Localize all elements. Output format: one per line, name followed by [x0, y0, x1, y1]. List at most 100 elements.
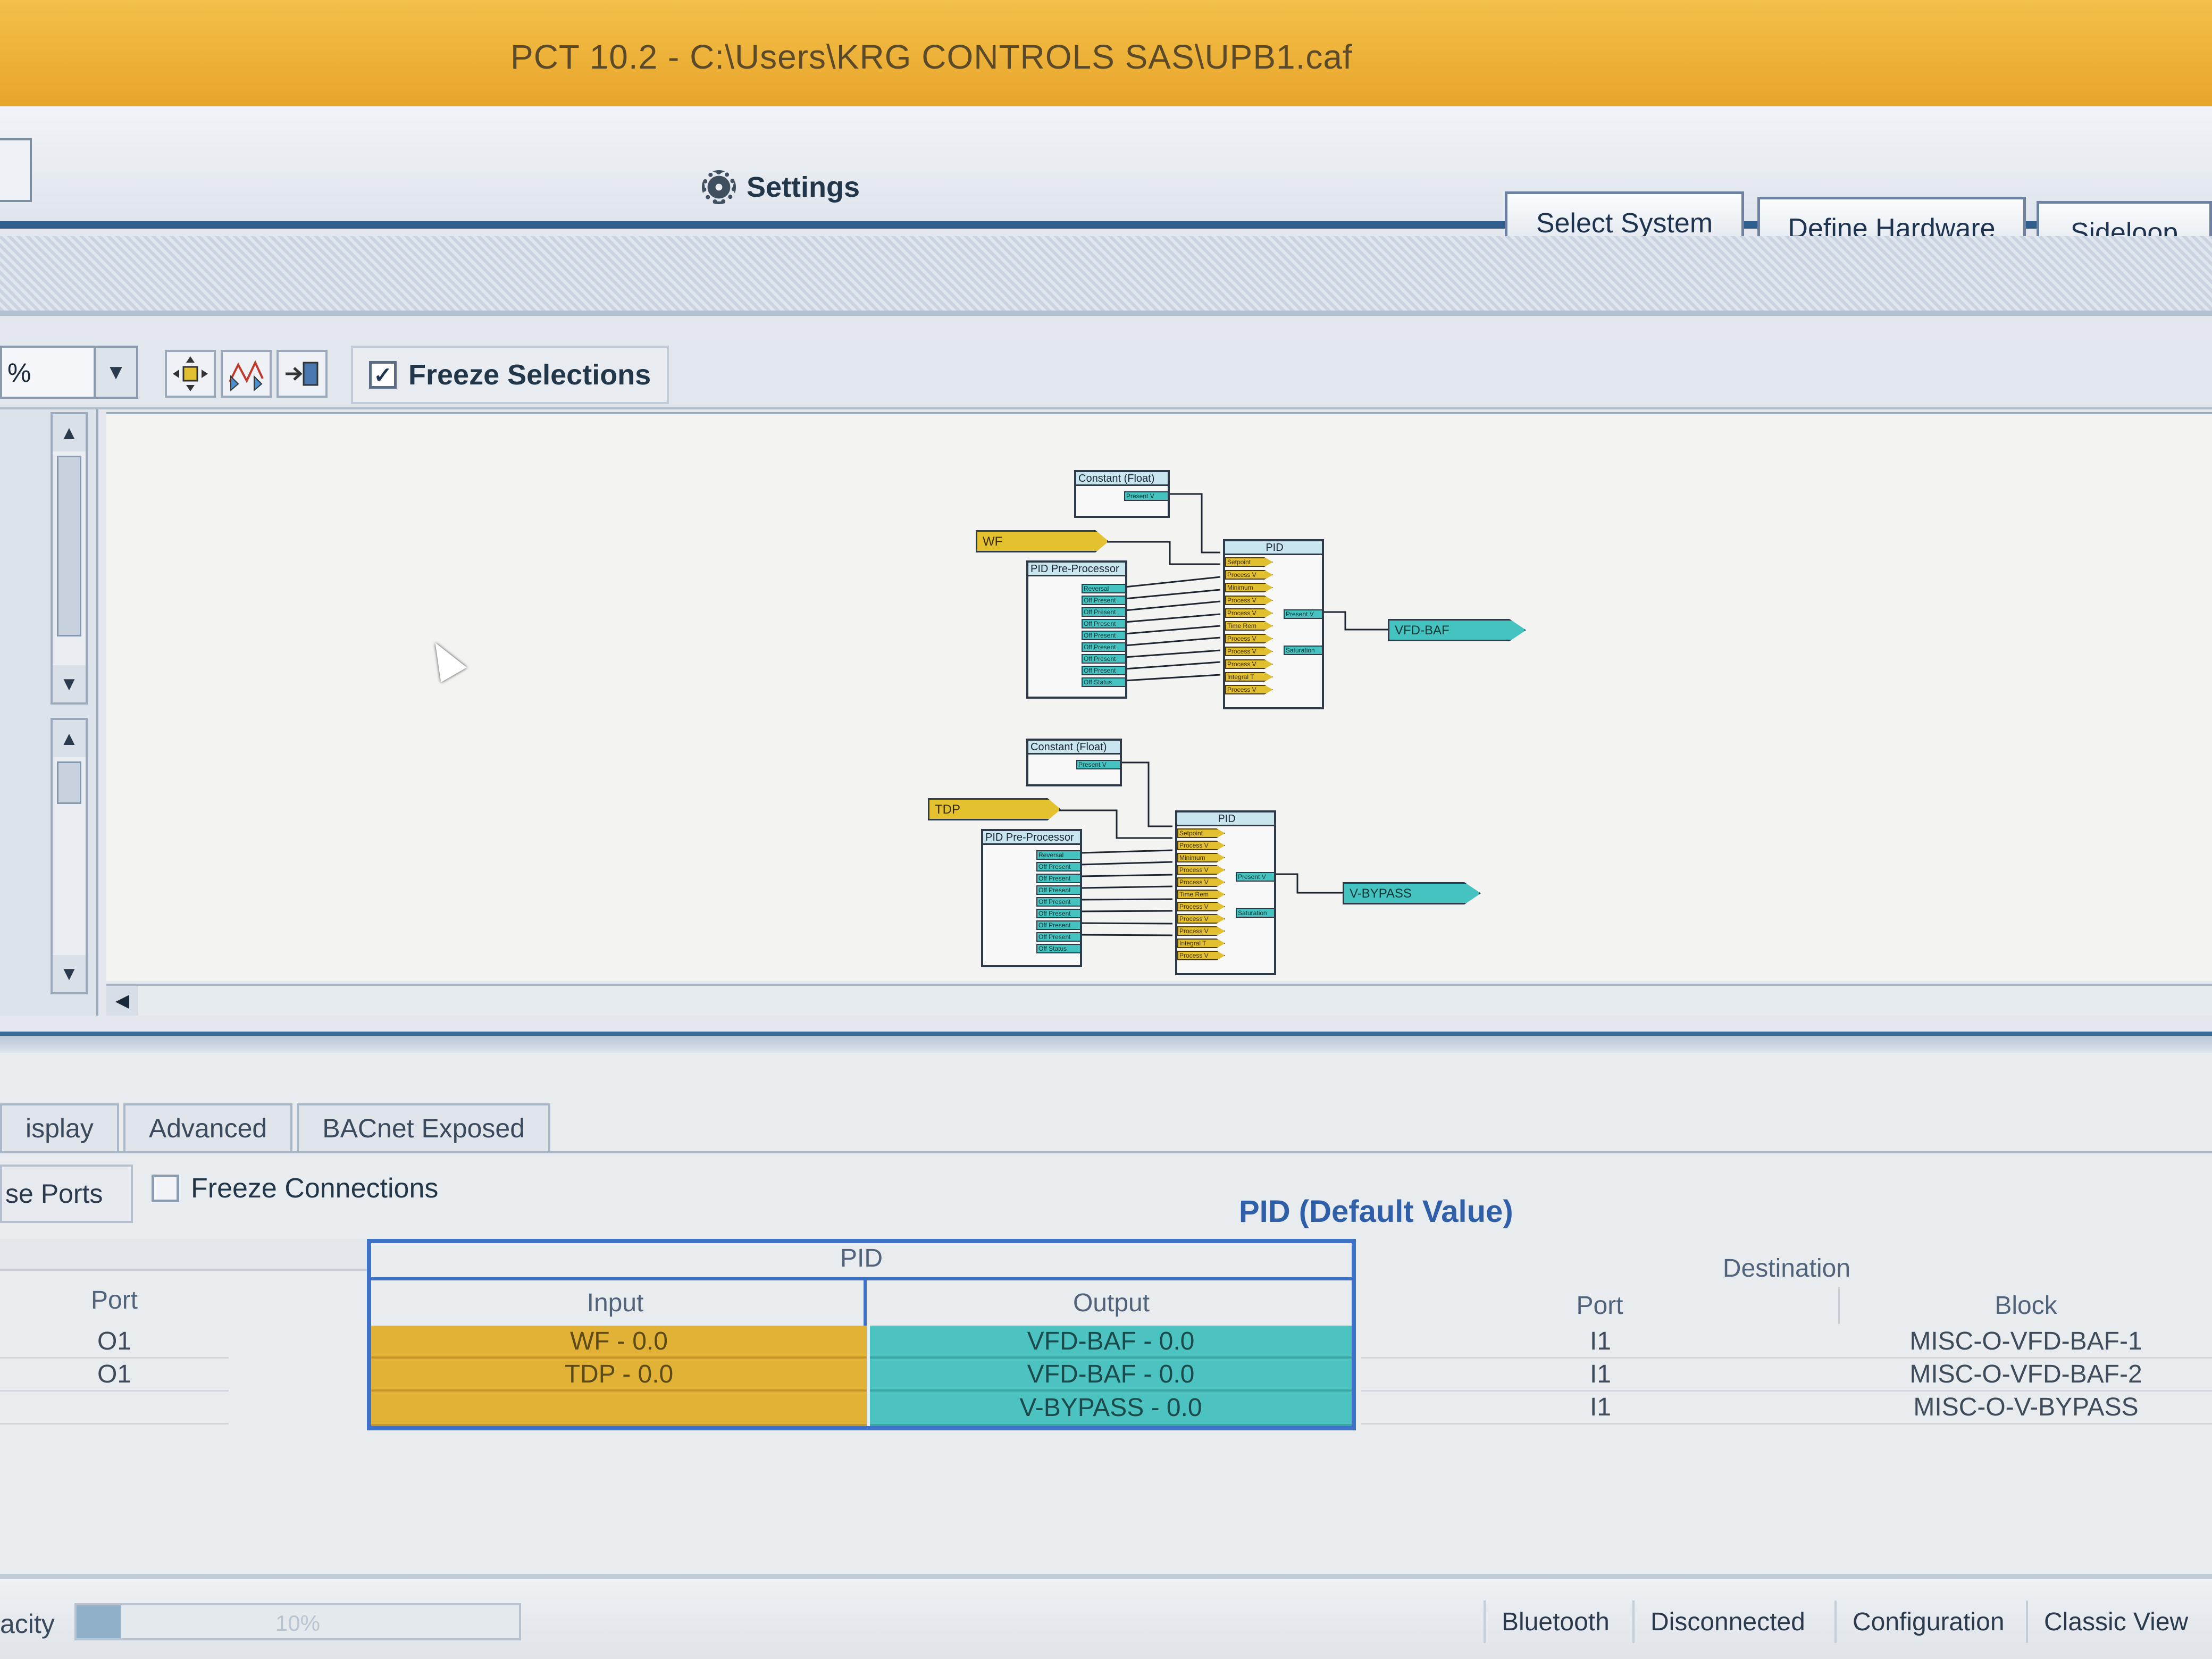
preprocessor-port[interactable]: Reversal [1036, 850, 1081, 860]
input-port[interactable]: Time Rem [1225, 621, 1273, 631]
scroll-down-icon[interactable]: ▼ [53, 955, 86, 992]
output-tag-v-bypass[interactable]: V-BYPASS [1343, 882, 1481, 904]
gear-icon [702, 170, 736, 204]
input-port[interactable]: Process V [1177, 926, 1225, 936]
preprocessor-port[interactable]: Off Present [1036, 920, 1081, 930]
input-port[interactable]: Process V [1177, 914, 1225, 924]
table-row-dest-port[interactable]: I1 [1361, 1392, 1840, 1425]
tab-display[interactable]: isplay [0, 1103, 119, 1151]
preprocessor-port[interactable]: Off Status [1082, 677, 1126, 687]
input-port[interactable]: Minimum [1225, 583, 1273, 592]
ports-button[interactable]: se Ports [0, 1164, 133, 1223]
input-port[interactable]: Process V [1177, 951, 1225, 960]
input-port[interactable]: Integral T [1177, 939, 1225, 948]
input-tag-wf[interactable]: WF [976, 530, 1109, 552]
diagram-toolbar: % ▼ ✓ Freeze Selections [0, 340, 2212, 409]
freeze-selections-checkbox[interactable]: ✓ Freeze Selections [351, 346, 669, 404]
canvas-horizontal-scrollbar[interactable]: ◀ [106, 984, 2212, 1016]
input-port[interactable]: Process V [1177, 877, 1225, 887]
preprocessor-port[interactable]: Off Present [1036, 909, 1081, 918]
logic-diagram-canvas[interactable]: Constant (Float) Present V WF PID Pre-Pr… [106, 412, 2212, 981]
pid-preprocessor-block[interactable]: PID Pre-Processor Reversal Off Present Off… [981, 829, 1082, 967]
table-row-dest-block[interactable]: MISC-O-V-BYPASS [1840, 1392, 2212, 1425]
preprocessor-port[interactable]: Off Present [1036, 932, 1081, 942]
output-tag-vfd-baf[interactable]: VFD-BAF [1388, 619, 1526, 641]
input-port[interactable]: Process V [1177, 902, 1225, 911]
preprocessor-port[interactable]: Off Present [1082, 607, 1126, 617]
output-port[interactable]: Present V [1284, 609, 1323, 619]
table-row-dest-block[interactable]: MISC-O-VFD-BAF-1 [1840, 1326, 2212, 1359]
panel-splitter[interactable] [0, 1032, 2212, 1053]
preprocessor-port[interactable]: Off Present [1082, 666, 1126, 675]
table-row-dest-port[interactable]: I1 [1361, 1326, 1840, 1359]
preprocessor-port[interactable]: Off Present [1082, 596, 1126, 605]
input-port[interactable]: Time Rem [1177, 890, 1225, 899]
input-port[interactable]: Process V [1225, 570, 1273, 580]
input-port[interactable]: Process V [1177, 865, 1225, 875]
input-port[interactable]: Minimum [1177, 853, 1225, 862]
preprocessor-port[interactable]: Off Present [1082, 642, 1126, 652]
status-bluetooth[interactable]: Bluetooth [1484, 1601, 1626, 1643]
output-port[interactable]: Present V [1236, 872, 1275, 882]
output-port[interactable]: Present V [1124, 491, 1169, 501]
output-port[interactable]: Present V [1076, 760, 1121, 769]
classic-view-button[interactable]: Classic View [2026, 1601, 2204, 1643]
move-tool-button[interactable] [165, 350, 216, 398]
input-port[interactable]: Setpoint [1177, 828, 1225, 838]
tree-scrollbar-bottom[interactable]: ▲ ▼ [51, 718, 88, 994]
table-row-dest-block[interactable]: MISC-O-VFD-BAF-2 [1840, 1359, 2212, 1392]
preprocessor-port[interactable]: Reversal [1082, 584, 1126, 593]
status-connection[interactable]: Disconnected [1632, 1601, 1821, 1643]
table-row-source-port[interactable]: O1 [0, 1359, 229, 1392]
scroll-left-icon[interactable]: ◀ [106, 986, 138, 1016]
preprocessor-port[interactable]: Off Present [1036, 862, 1081, 872]
zoom-select[interactable]: % ▼ [0, 346, 138, 399]
preprocessor-port[interactable]: Off Present [1036, 897, 1081, 907]
preprocessor-port[interactable]: Off Present [1082, 631, 1126, 640]
preprocessor-port[interactable]: Off Present [1036, 885, 1081, 895]
preprocessor-port[interactable]: Off Present [1082, 654, 1126, 664]
scroll-thumb[interactable] [57, 761, 81, 804]
output-port[interactable]: Saturation [1284, 646, 1323, 655]
input-port[interactable]: Setpoint [1225, 557, 1273, 567]
input-port[interactable]: Integral T [1225, 672, 1273, 682]
input-port[interactable]: Process V [1177, 841, 1225, 850]
constant-float-block[interactable]: Constant (Float) Present V [1074, 470, 1170, 518]
table-title: PID (Default Value) [1239, 1194, 1513, 1229]
settings-link[interactable]: Settings [702, 170, 860, 204]
constant-float-block[interactable]: Constant (Float) Present V [1026, 739, 1122, 786]
align-tool-button[interactable] [276, 350, 328, 398]
scroll-thumb[interactable] [57, 456, 81, 636]
input-port[interactable]: Process V [1225, 634, 1273, 643]
preprocessor-port[interactable]: Off Present [1082, 619, 1126, 629]
block-title: PID [1177, 812, 1274, 826]
input-port[interactable]: Process V [1225, 659, 1273, 669]
table-row-dest-port[interactable]: I1 [1361, 1359, 1840, 1392]
scroll-up-icon[interactable]: ▲ [53, 414, 86, 451]
main-header: Settings Select System Define Hardware S… [0, 106, 2212, 265]
input-port[interactable]: Process V [1225, 647, 1273, 656]
tab-bacnet-exposed[interactable]: BACnet Exposed [297, 1103, 551, 1151]
pid-preprocessor-block[interactable]: PID Pre-Processor Reversal Off Present Off… [1026, 560, 1127, 699]
left-header-button[interactable] [0, 138, 32, 202]
input-tag-tdp[interactable]: TDP [928, 798, 1061, 820]
pid-block[interactable]: PID Setpoint Process V Minimum Process V Pro… [1175, 810, 1276, 975]
chevron-down-icon[interactable]: ▼ [94, 348, 136, 397]
input-port[interactable]: Process V [1225, 685, 1273, 694]
table-row-source-port[interactable]: O1 [0, 1326, 229, 1359]
connect-tool-button[interactable] [221, 350, 272, 398]
tree-scrollbar-top[interactable]: ▲ ▼ [51, 412, 88, 705]
status-bar: acity 10% Bluetooth Disconnected Configu… [0, 1574, 2212, 1659]
freeze-connections-checkbox[interactable]: Freeze Connections [152, 1172, 438, 1204]
status-mode[interactable]: Configuration [1834, 1601, 2021, 1643]
scroll-down-icon[interactable]: ▼ [53, 665, 86, 702]
input-port[interactable]: Process V [1225, 596, 1273, 605]
tab-advanced[interactable]: Advanced [123, 1103, 293, 1151]
pid-block[interactable]: PID Setpoint Process V Minimum Process V Pro… [1223, 539, 1324, 709]
preprocessor-port[interactable]: Off Present [1036, 874, 1081, 883]
table-row-source-port[interactable] [0, 1392, 229, 1425]
output-port[interactable]: Saturation [1236, 908, 1275, 918]
preprocessor-port[interactable]: Off Status [1036, 944, 1081, 953]
scroll-up-icon[interactable]: ▲ [53, 720, 86, 757]
input-port[interactable]: Process V [1225, 608, 1273, 618]
